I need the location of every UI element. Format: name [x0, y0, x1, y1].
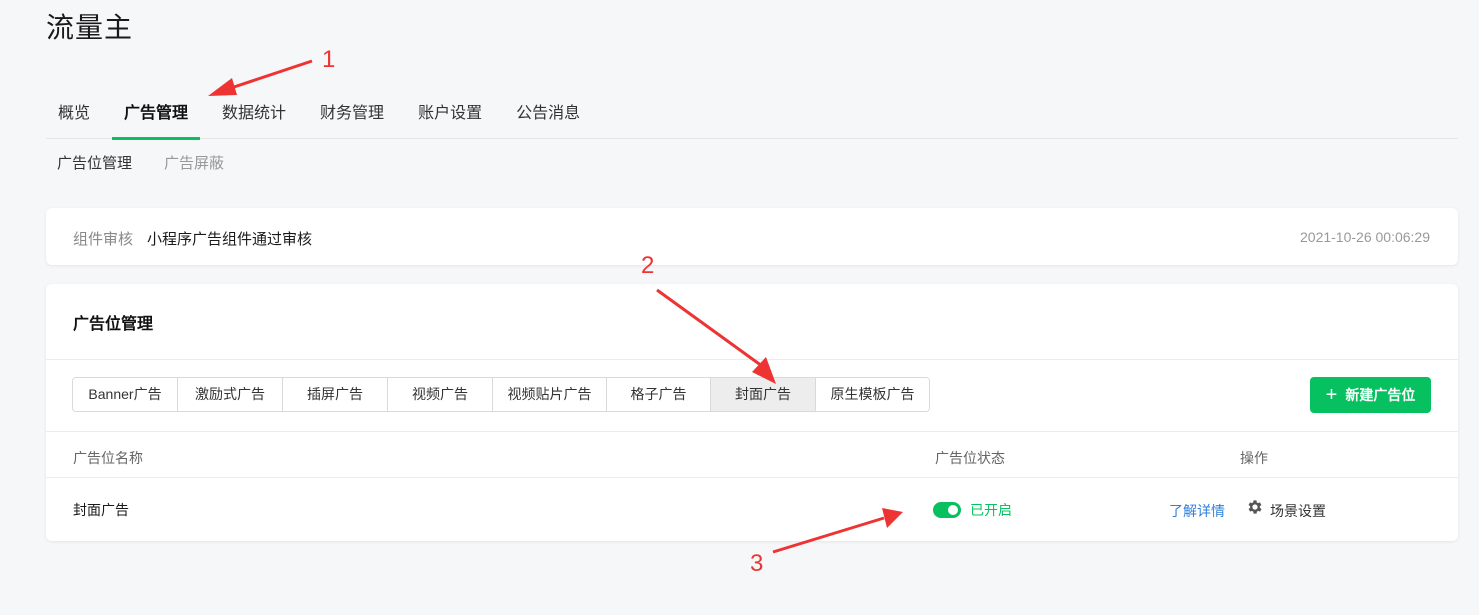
ad-type-video[interactable]: 视频广告	[388, 378, 493, 411]
notice-card: 组件审核 小程序广告组件通过审核 2021-10-26 00:06:29	[46, 208, 1458, 265]
status-text: 已开启	[970, 502, 1012, 518]
ad-type-interstitial[interactable]: 插屏广告	[283, 378, 388, 411]
notice-text: 小程序广告组件通过审核	[147, 231, 313, 248]
notice-time: 2021-10-26 00:06:29	[1300, 229, 1430, 245]
annotation-label-2: 2	[641, 252, 655, 279]
row-slot-name: 封面广告	[73, 502, 129, 518]
subtab-ad-slot-management[interactable]: 广告位管理	[57, 152, 132, 173]
annotation-label-1: 1	[322, 46, 336, 73]
tab-account-settings[interactable]: 账户设置	[406, 96, 494, 139]
learn-more-link[interactable]: 了解详情	[1169, 501, 1225, 521]
tab-ad-management[interactable]: 广告管理	[112, 96, 201, 140]
tab-finance[interactable]: 财务管理	[308, 96, 396, 139]
tab-overview[interactable]: 概览	[46, 96, 102, 139]
tab-statistics[interactable]: 数据统计	[210, 96, 298, 139]
divider	[46, 477, 1458, 478]
header-actions: 操作	[1240, 450, 1268, 466]
ad-type-banner[interactable]: Banner广告	[73, 378, 178, 411]
annotation-arrow-1	[227, 59, 313, 91]
new-ad-slot-label: 新建广告位	[1345, 387, 1416, 403]
gear-icon[interactable]	[1246, 498, 1264, 516]
ad-type-grid[interactable]: 格子广告	[607, 378, 711, 411]
page-title: 流量主	[46, 12, 134, 43]
divider	[46, 431, 1458, 432]
ad-type-native-template[interactable]: 原生模板广告	[816, 378, 929, 411]
ad-type-video-patch[interactable]: 视频贴片广告	[493, 378, 607, 411]
ad-type-rewarded[interactable]: 激励式广告	[178, 378, 283, 411]
panel-title: 广告位管理	[73, 316, 154, 333]
header-slot-name: 广告位名称	[73, 450, 143, 466]
scene-settings-link[interactable]: 场景设置	[1270, 501, 1326, 521]
annotation-arrowhead-1	[208, 78, 237, 96]
plus-icon: +	[1325, 384, 1338, 406]
notice-label: 组件审核	[73, 231, 134, 248]
subtab-ad-blocking[interactable]: 广告屏蔽	[164, 152, 224, 173]
status-toggle[interactable]	[933, 502, 961, 518]
tab-announcements[interactable]: 公告消息	[504, 96, 592, 139]
main-tabs: 概览 广告管理 数据统计 财务管理 账户设置 公告消息	[46, 96, 1458, 140]
new-ad-slot-button[interactable]: + 新建广告位	[1310, 377, 1431, 413]
header-slot-status: 广告位状态	[935, 450, 1005, 466]
ad-type-tabs: Banner广告 激励式广告 插屏广告 视频广告 视频贴片广告 格子广告 封面广…	[72, 377, 930, 412]
ad-slot-panel: 广告位管理 Banner广告 激励式广告 插屏广告 视频广告 视频贴片广告 格子…	[46, 284, 1458, 541]
annotation-label-3: 3	[750, 550, 764, 577]
ad-type-cover[interactable]: 封面广告	[711, 378, 816, 411]
divider	[46, 359, 1458, 360]
sub-tabs: 广告位管理 广告屏蔽	[57, 152, 224, 173]
